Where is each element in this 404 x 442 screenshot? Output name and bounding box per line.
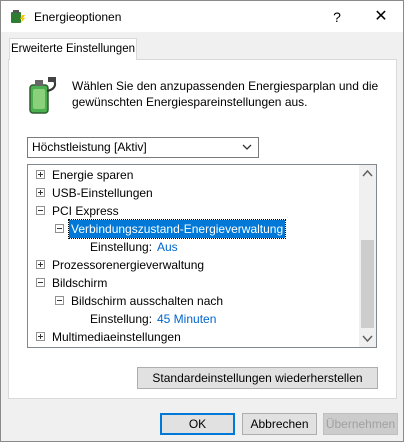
power-options-icon	[11, 10, 25, 23]
description-text: Wählen Sie den anzupassenden Energiespar…	[72, 79, 379, 109]
tree-scrollbar[interactable]	[359, 165, 376, 347]
tab-advanced-settings[interactable]: Erweiterte Einstellungen	[9, 38, 137, 60]
restore-defaults-button[interactable]: Standardeinstellungen wiederherstellen	[137, 367, 378, 389]
cancel-button[interactable]: Abbrechen	[242, 413, 317, 435]
expand-icon[interactable]	[36, 332, 45, 341]
expand-icon[interactable]	[36, 188, 45, 197]
scrollbar-thumb[interactable]	[361, 240, 374, 328]
tree-item-display-off-setting[interactable]: Einstellung: 45 Minuten	[28, 310, 328, 328]
scroll-down-icon[interactable]	[359, 330, 376, 347]
tree-item-link-state-setting[interactable]: Einstellung: Aus	[28, 238, 328, 256]
power-options-dialog: Energieoptionen ? ✕ Erweiterte Einstellu…	[0, 0, 404, 442]
collapse-icon[interactable]	[36, 206, 45, 215]
title-bar: Energieoptionen ? ✕	[1, 1, 403, 32]
expand-icon[interactable]	[36, 170, 45, 179]
power-plan-select[interactable]: Höchstleistung [Aktiv]	[27, 137, 259, 158]
collapse-icon[interactable]	[55, 296, 64, 305]
settings-tree[interactable]: Energie sparen USB-Einstellungen PCI Exp…	[27, 164, 377, 348]
chevron-down-icon	[242, 144, 252, 150]
setting-value-link[interactable]: Aus	[157, 238, 178, 256]
selected-tree-label: Verbindungszustand-Energieverwaltung	[67, 219, 287, 239]
collapse-icon[interactable]	[36, 278, 45, 287]
window-title: Energieoptionen	[34, 10, 122, 24]
power-plan-value: Höchstleistung [Aktiv]	[32, 140, 147, 154]
close-button[interactable]: ✕	[359, 3, 403, 31]
battery-icon	[29, 77, 57, 114]
scroll-up-icon[interactable]	[359, 165, 376, 182]
help-button[interactable]: ?	[315, 3, 359, 31]
setting-value-minutes[interactable]: 45 Minuten	[157, 310, 216, 328]
collapse-icon[interactable]	[55, 224, 64, 233]
expand-icon[interactable]	[36, 260, 45, 269]
ok-button[interactable]: OK	[160, 413, 235, 435]
apply-button[interactable]: Übernehmen	[323, 413, 398, 435]
